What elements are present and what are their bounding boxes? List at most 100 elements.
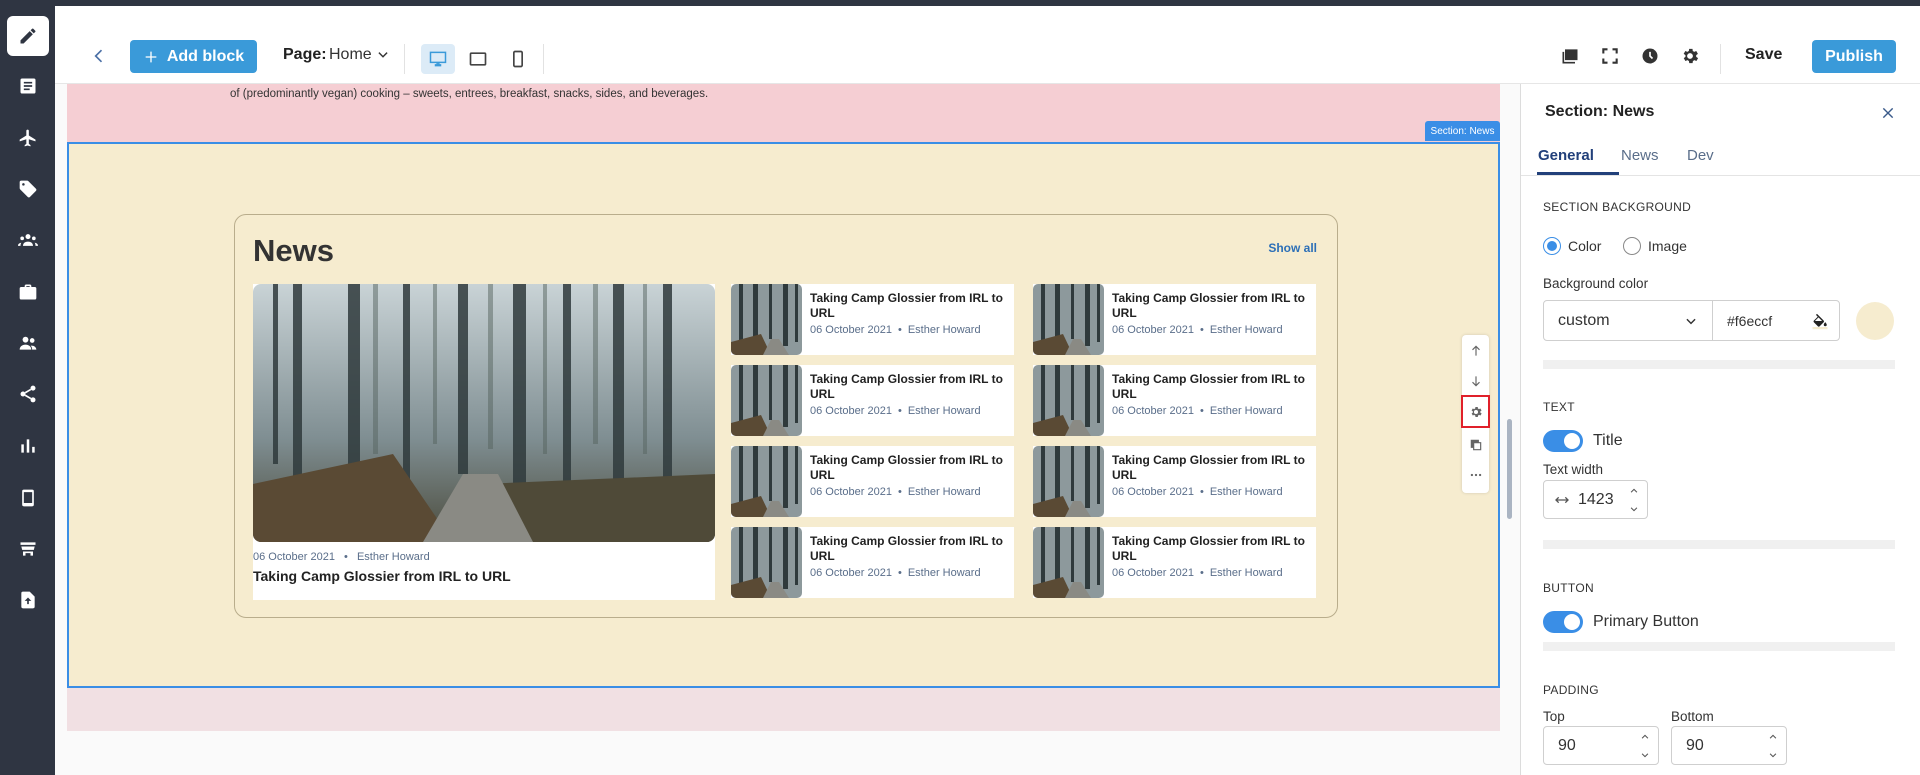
primary-button-toggle[interactable]	[1543, 611, 1583, 633]
move-up-icon[interactable]	[1462, 337, 1489, 365]
bar-chart-icon[interactable]	[7, 426, 49, 466]
panel-tabs: General News Dev	[1521, 140, 1920, 176]
settings-gear-icon[interactable]	[1680, 46, 1700, 66]
show-all-link[interactable]: Show all	[1268, 241, 1317, 255]
chevron-up-icon[interactable]	[1629, 486, 1639, 496]
chevron-down-icon[interactable]	[1629, 504, 1639, 514]
history-clock-icon[interactable]	[1640, 46, 1660, 66]
pencil-icon[interactable]	[7, 16, 49, 56]
users-icon[interactable]	[7, 323, 49, 363]
intro-section[interactable]: of (predominantly vegan) cooking – sweet…	[67, 84, 1500, 142]
page-select[interactable]: Home	[329, 46, 390, 64]
section-tag[interactable]: Section: News	[1425, 121, 1500, 141]
add-block-button[interactable]: Add block	[130, 40, 257, 73]
add-block-label: Add block	[166, 47, 245, 65]
paint-bucket-icon[interactable]	[1811, 312, 1829, 330]
back-arrow-icon[interactable]	[89, 46, 109, 66]
padding-heading: PADDING	[1543, 683, 1599, 697]
news-card[interactable]: Taking Camp Glossier from IRL to URL 06 O…	[731, 365, 1014, 436]
plus-icon	[145, 51, 157, 62]
featured-news-item[interactable]: 06 October 2021 • Esther Howard Taking C…	[253, 284, 715, 600]
news-card-meta: 06 October 2021 • Esther Howard	[1112, 405, 1312, 417]
desktop-view-button[interactable]	[421, 44, 455, 74]
fullscreen-icon[interactable]	[1600, 46, 1620, 66]
meta-separator: •	[1199, 567, 1204, 579]
news-card-meta: 06 October 2021 • Esther Howard	[1112, 324, 1312, 336]
canvas-scrollbar[interactable]	[1507, 419, 1512, 519]
featured-title: Taking Camp Glossier from IRL to URL	[253, 568, 511, 584]
news-thumbnail	[1033, 284, 1104, 355]
chevron-up-icon[interactable]	[1640, 732, 1650, 742]
padding-bottom-label: Bottom	[1671, 709, 1714, 724]
tab-dev[interactable]: Dev	[1687, 147, 1714, 164]
meta-separator: •	[1199, 405, 1204, 417]
background-color-label: Background color	[1543, 276, 1649, 291]
next-section[interactable]	[67, 688, 1500, 731]
mobile-view-button[interactable]	[501, 44, 535, 74]
more-options-icon[interactable]	[1462, 461, 1489, 489]
tab-news[interactable]: News	[1621, 147, 1659, 164]
background-type-select[interactable]: custom	[1543, 300, 1713, 341]
meta-separator: •	[344, 551, 348, 563]
move-down-icon[interactable]	[1462, 367, 1489, 395]
radio-color[interactable]: Color	[1543, 237, 1601, 255]
media-gallery-icon[interactable]	[1560, 46, 1580, 66]
text-width-input[interactable]: 1423	[1543, 480, 1648, 519]
mobile-icon[interactable]	[7, 478, 49, 518]
news-card[interactable]: Taking Camp Glossier from IRL to URL 06 O…	[1033, 446, 1316, 517]
news-card-author: Esther Howard	[907, 486, 981, 498]
close-icon[interactable]	[1878, 103, 1898, 123]
desktop-icon	[429, 51, 447, 67]
chevron-up-icon[interactable]	[1768, 732, 1778, 742]
duplicate-icon[interactable]	[1462, 431, 1489, 459]
news-card-author: Esther Howard	[1209, 486, 1283, 498]
page-label: Page:	[283, 46, 327, 63]
meta-separator: •	[897, 567, 902, 579]
news-card-date: 06 October 2021	[810, 405, 892, 417]
background-color-swatch[interactable]	[1856, 302, 1894, 340]
radio-color-label: Color	[1568, 238, 1602, 254]
pages-icon[interactable]	[7, 66, 49, 106]
save-button[interactable]: Save	[1745, 46, 1782, 64]
shop-icon[interactable]	[7, 529, 49, 569]
news-thumbnail	[731, 446, 802, 517]
airplane-icon[interactable]	[7, 118, 49, 158]
publish-button[interactable]: Publish	[1812, 40, 1896, 73]
padding-top-stepper[interactable]	[1640, 732, 1650, 760]
news-card[interactable]: Taking Camp Glossier from IRL to URL 06 O…	[731, 446, 1014, 517]
section-tools	[1461, 335, 1490, 493]
tablet-view-button[interactable]	[461, 44, 495, 74]
padding-bottom-stepper[interactable]	[1768, 732, 1778, 760]
section-settings-gear-icon[interactable]	[1461, 395, 1490, 428]
radio-image[interactable]: Image	[1623, 237, 1687, 255]
news-card[interactable]: Taking Camp Glossier from IRL to URL 06 O…	[1033, 365, 1316, 436]
group-icon[interactable]	[7, 220, 49, 260]
text-width-label: Text width	[1543, 462, 1604, 477]
padding-top-label: Top	[1543, 709, 1565, 724]
radio-unselected-icon	[1623, 237, 1641, 255]
news-card[interactable]: Taking Camp Glossier from IRL to URL 06 O…	[1033, 527, 1316, 598]
share-icon[interactable]	[7, 374, 49, 414]
settings-panel: Section: News General News Dev SECTION B…	[1520, 84, 1920, 775]
tab-general[interactable]: General	[1538, 147, 1594, 164]
padding-top-input[interactable]: 90	[1543, 726, 1659, 765]
meta-separator: •	[1199, 486, 1204, 498]
text-width-value: 1423	[1578, 490, 1614, 508]
chevron-down-icon[interactable]	[1768, 750, 1778, 760]
title-toggle[interactable]	[1543, 430, 1583, 452]
chevron-down-icon[interactable]	[1640, 750, 1650, 760]
news-card-author: Esther Howard	[907, 324, 981, 336]
page-canvas: of (predominantly vegan) cooking – sweet…	[55, 84, 1520, 775]
tag-icon[interactable]	[7, 169, 49, 209]
briefcase-icon[interactable]	[7, 272, 49, 312]
section-background-heading: SECTION BACKGROUND	[1543, 200, 1692, 214]
news-section[interactable]: News Show all 06 October 2021 • Esther H…	[67, 142, 1500, 688]
news-card[interactable]: Taking Camp Glossier from IRL to URL 06 O…	[731, 527, 1014, 598]
padding-bottom-input[interactable]: 90	[1671, 726, 1787, 765]
upload-file-icon[interactable]	[7, 580, 49, 620]
news-card-title: Taking Camp Glossier from IRL to URL	[810, 372, 1003, 401]
background-hex-input[interactable]: #f6eccf	[1712, 300, 1840, 341]
news-card[interactable]: Taking Camp Glossier from IRL to URL 06 O…	[731, 284, 1014, 355]
news-card[interactable]: Taking Camp Glossier from IRL to URL 06 O…	[1033, 284, 1316, 355]
text-width-stepper[interactable]	[1629, 486, 1639, 514]
